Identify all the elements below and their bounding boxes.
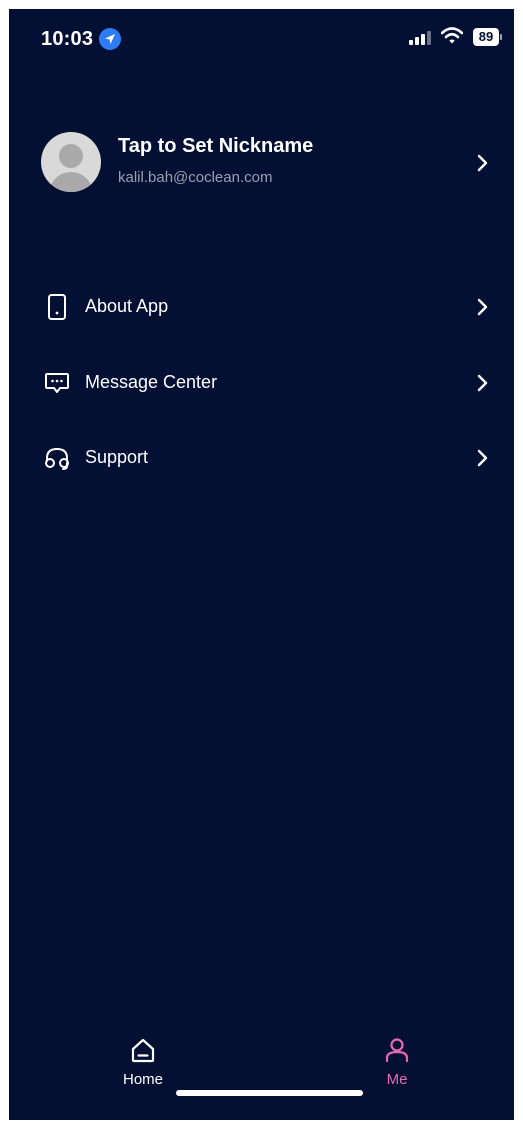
chevron-right-icon — [477, 374, 488, 392]
tab-label: Me — [386, 1071, 408, 1088]
cellular-signal-icon — [409, 31, 431, 45]
menu-item-about-app[interactable]: About App — [9, 277, 514, 337]
battery-level: 89 — [473, 28, 499, 46]
email-label: kalil.bah@coclean.com — [118, 169, 273, 186]
menu-item-message-center[interactable]: Message Center — [9, 353, 514, 413]
location-arrow-icon — [99, 28, 121, 50]
avatar-head — [59, 144, 83, 168]
tab-bar: Home Me — [9, 1024, 514, 1120]
tab-home[interactable]: Home — [83, 1024, 203, 1094]
person-icon — [385, 1038, 409, 1063]
status-time: 10:03 — [41, 28, 94, 50]
menu-item-label: About App — [85, 296, 169, 316]
profile-row[interactable]: Tap to Set Nickname kalil.bah@coclean.co… — [9, 124, 514, 204]
menu-item-support[interactable]: Support — [9, 428, 514, 488]
avatar[interactable] — [41, 132, 101, 192]
wifi-icon — [441, 27, 463, 44]
tab-label: Home — [122, 1071, 163, 1088]
status-bar: 10:03 89 — [9, 9, 514, 69]
chevron-right-icon — [477, 449, 488, 467]
headset-icon — [45, 447, 69, 470]
message-icon — [45, 373, 69, 393]
home-icon — [131, 1038, 155, 1063]
phone-icon — [48, 294, 66, 320]
battery-cap — [500, 34, 502, 40]
avatar-body — [49, 172, 93, 192]
tab-me[interactable]: Me — [337, 1024, 457, 1094]
nickname-label: Tap to Set Nickname — [118, 135, 314, 157]
chevron-right-icon — [477, 154, 488, 172]
chevron-right-icon — [477, 298, 488, 316]
app-screen: 10:03 89 Tap to Set Nickname kalil.bah@c… — [9, 9, 514, 1120]
home-indicator[interactable] — [176, 1090, 363, 1096]
menu-item-label: Message Center — [85, 372, 218, 392]
menu-item-label: Support — [85, 447, 149, 467]
